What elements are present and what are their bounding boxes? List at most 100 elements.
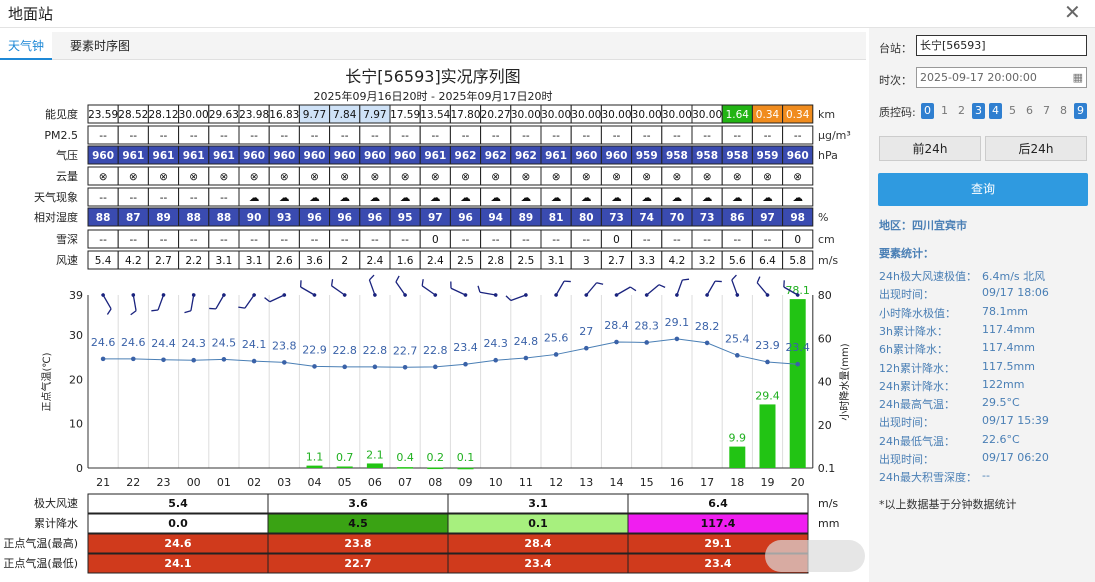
cell-value: ⊗ xyxy=(552,171,561,183)
cell-value: ⊗ xyxy=(733,171,742,183)
x-tick-label: 18 xyxy=(730,476,744,489)
cell-value: 30.00 xyxy=(632,109,662,121)
cell-value: 962 xyxy=(485,150,507,162)
row-unit: km xyxy=(818,108,835,121)
cell-value: -- xyxy=(130,192,138,204)
cell-value: 3.6 xyxy=(306,255,323,267)
cell-value: 961 xyxy=(424,150,446,162)
temperature-label: 22.8 xyxy=(332,344,357,357)
close-icon[interactable]: ✕ xyxy=(1064,0,1081,24)
row-unit: hPa xyxy=(818,149,838,162)
temperature-label: 24.3 xyxy=(181,337,206,350)
cell-value: ⊗ xyxy=(401,171,410,183)
cell-value: ⊗ xyxy=(642,171,651,183)
qc-code-6[interactable]: 6 xyxy=(1023,103,1036,119)
wind-barb-staff xyxy=(421,285,436,296)
wind-barb-icon xyxy=(584,282,604,297)
temperature-point xyxy=(493,357,499,363)
temperature-point xyxy=(131,356,136,362)
cell-value: 3.1 xyxy=(216,255,233,267)
cell-value: -- xyxy=(371,130,379,142)
region-label: 地区：四川宜宾市 xyxy=(879,219,967,232)
cell-value: ☁ xyxy=(339,192,350,204)
qc-code-9[interactable]: 9 xyxy=(1074,103,1087,119)
x-tick-label: 21 xyxy=(96,476,110,489)
time-label: 时次： xyxy=(879,74,912,87)
wind-barb-staff xyxy=(132,294,137,311)
cell-value: 3 xyxy=(583,255,590,267)
temperature-label: 24.1 xyxy=(242,338,267,351)
wind-barb-feather xyxy=(151,309,159,312)
temperature-point xyxy=(735,353,740,358)
wind-barb-staff xyxy=(646,284,660,296)
wind-barb-feather xyxy=(395,275,400,283)
cell-value: -- xyxy=(130,130,138,142)
observation-chart: 能见度 km23.59 28.52 28.12 30.00 29.63 23.98 16.83… xyxy=(3,104,851,574)
x-tick-label: 12 xyxy=(549,476,563,489)
summary-value: 23.4 xyxy=(524,557,551,570)
cell-value: -- xyxy=(432,130,440,142)
right-tick: 0.1 xyxy=(818,462,836,475)
cell-value: 81 xyxy=(549,212,564,224)
x-tick-label: 09 xyxy=(459,476,473,489)
temperature-point xyxy=(523,355,529,361)
temperature-point xyxy=(614,339,619,345)
row-label: 天气现象 xyxy=(34,190,78,204)
qc-code-5[interactable]: 5 xyxy=(1006,103,1019,119)
cell-value: 30.00 xyxy=(692,109,722,121)
precip-bar xyxy=(427,467,444,470)
summary-label: 极大风速 xyxy=(34,496,78,510)
wind-barb-feather xyxy=(715,280,722,283)
x-tick-label: 11 xyxy=(519,476,533,489)
wind-barb-staff xyxy=(300,286,315,296)
wind-barb-staff xyxy=(756,282,768,296)
qc-code-3[interactable]: 3 xyxy=(972,103,985,119)
qc-code-2[interactable]: 2 xyxy=(955,103,968,119)
wind-barb-dot xyxy=(161,293,166,297)
wind-barb-icon xyxy=(675,278,690,297)
summary-value: 3.6 xyxy=(348,497,368,510)
cell-value: 958 xyxy=(726,150,748,162)
cell-value: 88 xyxy=(96,212,111,224)
temperature-point xyxy=(312,364,317,369)
next-24h-button[interactable]: 后24h xyxy=(985,136,1087,161)
cell-value: 961 xyxy=(213,150,235,162)
prev-24h-button[interactable]: 前24h xyxy=(879,136,981,161)
wind-barb-feather xyxy=(756,276,761,284)
time-input[interactable]: 2025-09-17 20:00:00 ▦ xyxy=(916,67,1087,88)
stat-key: 24h最低气温： xyxy=(879,434,955,448)
wind-barb-icon xyxy=(101,293,112,315)
temperature-label: 25.6 xyxy=(544,331,569,344)
cell-value: -- xyxy=(190,234,198,246)
wind-barb-staff xyxy=(395,281,406,296)
summary-value: 0.1 xyxy=(528,517,548,530)
calendar-icon[interactable]: ▦ xyxy=(1073,68,1083,87)
temperature-point xyxy=(704,340,710,346)
qc-code-8[interactable]: 8 xyxy=(1057,103,1070,119)
precip-label: 9.9 xyxy=(729,432,747,445)
cell-value: 86 xyxy=(730,212,745,224)
qc-code-7[interactable]: 7 xyxy=(1040,103,1053,119)
cell-value: 17.80 xyxy=(450,109,480,121)
wind-barb-feather xyxy=(682,278,690,281)
cell-value: -- xyxy=(734,130,742,142)
cell-value: -- xyxy=(190,192,198,204)
wind-barb-dot xyxy=(463,293,468,297)
qc-code-4[interactable]: 4 xyxy=(989,103,1002,119)
x-tick-label: 23 xyxy=(157,476,171,489)
wind-barb-icon xyxy=(756,276,770,297)
qc-code-1[interactable]: 1 xyxy=(938,103,951,119)
cell-value: 3.1 xyxy=(548,255,565,267)
wind-barb-staff xyxy=(102,294,112,310)
left-tick: 30 xyxy=(69,329,83,342)
cell-value: 5.8 xyxy=(789,255,806,267)
qc-code-0[interactable]: 0 xyxy=(921,103,934,119)
cell-value: 2.6 xyxy=(276,255,293,267)
station-input[interactable]: 长宁[56593] xyxy=(916,35,1087,56)
query-button[interactable]: 查询 xyxy=(878,173,1088,206)
wind-barb-icon xyxy=(330,279,347,297)
left-tick: 0 xyxy=(76,462,83,475)
temperature-label: 29.1 xyxy=(665,316,690,329)
cell-value: 960 xyxy=(364,150,386,162)
cell-value: ☁ xyxy=(732,192,743,204)
